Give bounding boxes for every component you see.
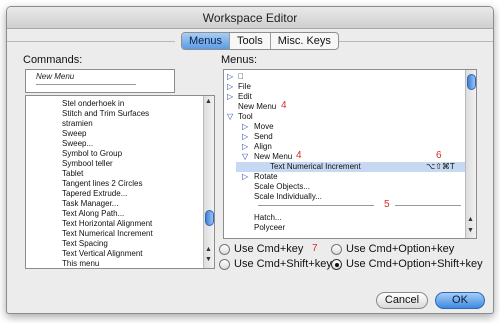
- menu-item-new-menu-nested[interactable]: New Menu: [254, 152, 292, 161]
- commands-list[interactable]: Stel onderhoek in Stitch and Trim Surfac…: [25, 95, 215, 269]
- annotation-marker: 7: [312, 243, 318, 254]
- list-item[interactable]: Stitch and Trim Surfaces: [62, 109, 149, 118]
- list-item[interactable]: Tapered Extrude...: [62, 189, 127, 198]
- annotation-marker: 4: [281, 100, 287, 111]
- commands-scrollbar[interactable]: ▲ ▲ ▼: [203, 96, 214, 268]
- commands-scroll-thumb[interactable]: [205, 210, 214, 226]
- tab-divider-right: [325, 41, 493, 42]
- list-item[interactable]: Text Spacing: [62, 239, 108, 248]
- menu-item-text-numerical-increment[interactable]: Text Numerical Increment: [270, 162, 361, 171]
- list-item[interactable]: Text Along Path...: [62, 209, 124, 218]
- menu-item-align[interactable]: Align: [254, 142, 272, 151]
- annotation-marker: 4: [296, 150, 302, 161]
- list-item[interactable]: stramien: [62, 119, 93, 128]
- radio-label: Use Cmd+Option+key: [346, 243, 455, 255]
- tab-divider-left: [7, 41, 175, 42]
- disclosure-right-icon[interactable]: ▷: [242, 122, 248, 131]
- disclosure-right-icon[interactable]: ▷: [227, 92, 233, 101]
- list-item[interactable]: Tablet: [62, 169, 83, 178]
- annotation-marker: 6: [436, 150, 442, 161]
- disclosure-right-icon[interactable]: ▷: [227, 72, 233, 81]
- menu-item-scale-objects[interactable]: Scale Objects...: [254, 182, 310, 191]
- radio-cmd-shift-key[interactable]: Use Cmd+Shift+key: [219, 258, 332, 270]
- menu-item-tool[interactable]: Tool: [238, 112, 253, 121]
- menu-item-new-menu[interactable]: New Menu: [238, 102, 276, 111]
- scroll-up-arrow-icon[interactable]: ▲: [205, 246, 212, 253]
- disclosure-down-icon[interactable]: ▽: [227, 112, 233, 121]
- menu-separator[interactable]: [258, 205, 374, 206]
- scroll-up-arrow-icon[interactable]: ▲: [467, 216, 474, 223]
- menu-item-send[interactable]: Send: [254, 132, 273, 141]
- window-title: Workspace Editor: [7, 7, 493, 29]
- radio-circle[interactable]: [331, 243, 342, 255]
- list-item[interactable]: Sweep...: [62, 139, 93, 148]
- list-item[interactable]: Text Horizontal Alignment: [62, 219, 152, 228]
- menu-item-hatch[interactable]: Hatch...: [254, 213, 282, 222]
- menu-item-rotate[interactable]: Rotate: [254, 172, 278, 181]
- list-item[interactable]: This menu: [62, 259, 99, 268]
- list-item[interactable]: Symbool teller: [62, 159, 113, 168]
- menus-scroll-thumb[interactable]: [467, 74, 476, 90]
- cancel-button[interactable]: Cancel: [376, 292, 428, 309]
- list-item[interactable]: Text Vertical Alignment: [62, 249, 142, 258]
- radio-circle[interactable]: [219, 258, 230, 270]
- menu-item-edit[interactable]: Edit: [238, 92, 252, 101]
- list-item[interactable]: Symbol to Group: [62, 149, 122, 158]
- list-item[interactable]: Tangent lines 2 Circles: [62, 179, 142, 188]
- tab-menus[interactable]: Menus: [182, 33, 231, 49]
- new-menu-underline: [36, 84, 136, 85]
- menu-item-file[interactable]: File: [238, 82, 251, 91]
- menu-item-apple[interactable]: : [238, 72, 244, 81]
- list-item[interactable]: Text Numerical Increment: [62, 229, 153, 238]
- menu-item-scale-individually[interactable]: Scale Individually...: [254, 192, 322, 201]
- menu-item-move[interactable]: Move: [254, 122, 274, 131]
- radio-label: Use Cmd+key: [234, 243, 304, 255]
- radio-label: Use Cmd+Shift+key: [234, 258, 332, 270]
- shortcut-label: ⌥⇧⌘T: [426, 162, 455, 171]
- menus-tree[interactable]: ▷  ▷ File ▷ Edit New Menu 4 ▽ Tool ▷ Mo…: [223, 69, 477, 239]
- list-item[interactable]: Task Manager...: [62, 199, 118, 208]
- disclosure-right-icon[interactable]: ▷: [242, 132, 248, 141]
- commands-label: Commands:: [23, 54, 83, 66]
- scroll-down-arrow-icon[interactable]: ▼: [205, 256, 212, 263]
- new-menu-source[interactable]: New Menu: [25, 69, 175, 93]
- tab-bar: Menus Tools Misc. Keys: [181, 32, 339, 50]
- tab-tools[interactable]: Tools: [230, 33, 271, 49]
- menu-item-polyceer[interactable]: Polyceer: [254, 223, 285, 232]
- radio-label: Use Cmd+Option+Shift+key: [346, 258, 483, 270]
- disclosure-right-icon[interactable]: ▷: [242, 142, 248, 151]
- workspace-editor-window: Workspace Editor Menus Tools Misc. Keys …: [6, 6, 494, 314]
- disclosure-right-icon[interactable]: ▷: [227, 82, 233, 91]
- disclosure-right-icon[interactable]: ▷: [242, 172, 248, 181]
- annotation-marker: 5: [384, 199, 390, 210]
- list-item[interactable]: Stel onderhoek in: [62, 99, 124, 108]
- disclosure-down-icon[interactable]: ▽: [242, 152, 248, 161]
- menus-label: Menus:: [221, 54, 258, 66]
- new-menu-source-label: New Menu: [36, 72, 75, 81]
- radio-cmd-option-key[interactable]: Use Cmd+Option+key: [331, 243, 454, 255]
- scroll-down-arrow-icon[interactable]: ▼: [467, 227, 474, 234]
- menus-scrollbar[interactable]: ▲ ▼: [465, 70, 476, 238]
- menu-separator-tail: [395, 205, 461, 206]
- tab-misc-keys[interactable]: Misc. Keys: [271, 33, 338, 49]
- list-item[interactable]: Sweep: [62, 129, 86, 138]
- radio-circle-selected[interactable]: [331, 258, 342, 270]
- radio-circle[interactable]: [219, 243, 230, 255]
- radio-cmd-key[interactable]: Use Cmd+key: [219, 243, 303, 255]
- scroll-up-arrow-icon[interactable]: ▲: [205, 98, 212, 105]
- ok-button[interactable]: OK: [435, 292, 485, 309]
- radio-cmd-option-shift-key[interactable]: Use Cmd+Option+Shift+key: [331, 258, 483, 270]
